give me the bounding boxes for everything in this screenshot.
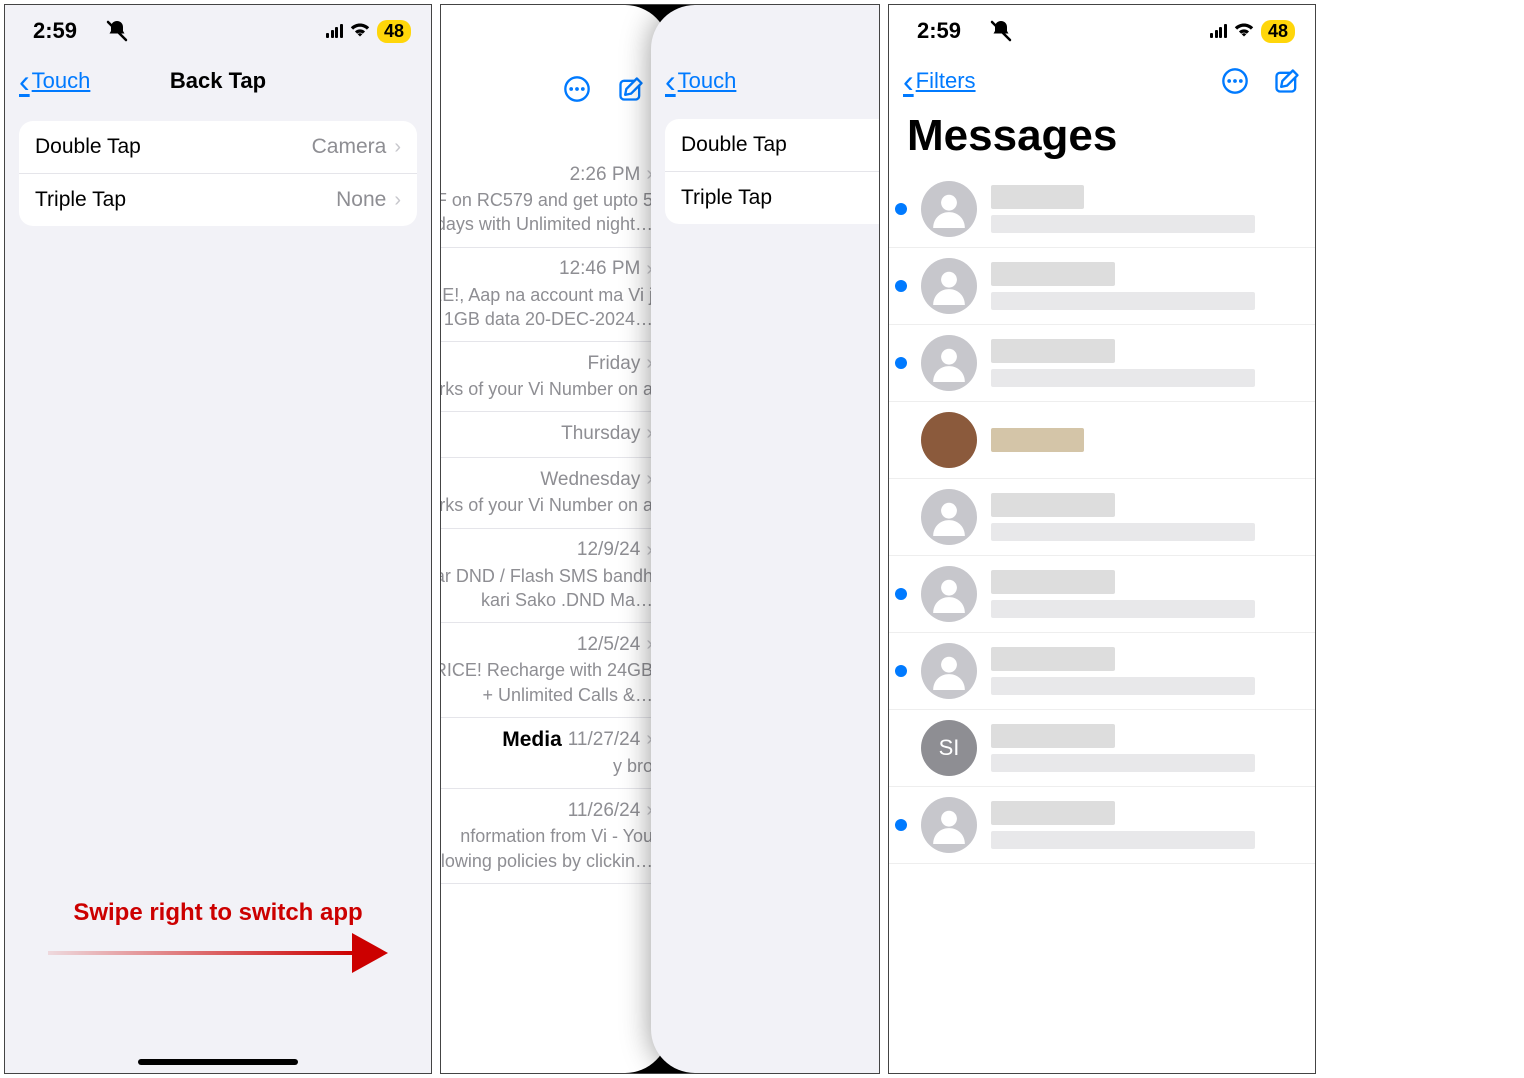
row-label: Triple Tap: [35, 188, 126, 212]
row-double-tap[interactable]: Double Tap: [665, 119, 880, 172]
back-label: Touch: [32, 68, 91, 94]
filters-button[interactable]: ‹ Filters: [903, 63, 976, 100]
chevron-right-icon: ›: [394, 189, 401, 212]
message-row[interactable]: Wednesday› erks of your Vi Number on a: [440, 458, 669, 528]
avatar: [921, 412, 977, 468]
battery-level: 48: [1261, 20, 1295, 43]
row-triple-tap[interactable]: Triple Tap: [665, 172, 880, 224]
row-label: Triple Tap: [681, 186, 772, 210]
row-label: Double Tap: [681, 133, 787, 157]
more-icon[interactable]: [1221, 67, 1249, 95]
silent-icon: [105, 19, 129, 43]
avatar: [921, 258, 977, 314]
row-value: Camera: [312, 135, 387, 159]
row-triple-tap[interactable]: Triple Tap None ›: [19, 174, 417, 226]
nav-bar: ‹ Filters: [889, 53, 1315, 109]
conversation-row[interactable]: [889, 402, 1315, 479]
conversation-row[interactable]: [889, 248, 1315, 325]
swipe-annotation: Swipe right to switch app: [25, 899, 411, 973]
nav-bar: ‹ Touch Back Tap: [5, 53, 431, 109]
wifi-icon: [349, 20, 371, 42]
settings-back-tap-screen: 2:59 48 ‹ Touch Back Tap Double Tap Came…: [4, 4, 432, 1074]
back-label: Touch: [678, 68, 737, 94]
avatar: [921, 489, 977, 545]
conversation-row[interactable]: [889, 633, 1315, 710]
row-value: None: [336, 188, 386, 212]
messages-card[interactable]: 2:26 PM› F on RC579 and get upto 5 days …: [440, 5, 669, 1073]
back-button[interactable]: ‹ Touch: [665, 63, 736, 100]
cellular-icon: [326, 24, 343, 38]
message-row[interactable]: Thursday›: [440, 412, 669, 458]
home-indicator[interactable]: [138, 1059, 298, 1065]
status-time: 2:59: [917, 18, 961, 44]
cellular-icon: [1210, 24, 1227, 38]
status-bar: 2:59 48: [5, 5, 431, 53]
conversation-row[interactable]: [889, 479, 1315, 556]
row-label: Double Tap: [35, 135, 141, 159]
unread-dot-icon: [895, 357, 907, 369]
page-title: Messages: [889, 109, 1315, 171]
avatar: [921, 797, 977, 853]
unread-dot-icon: [895, 280, 907, 292]
message-row[interactable]: 12/5/24› R PRICE! Recharge with 24GB + U…: [440, 623, 669, 718]
avatar: [921, 335, 977, 391]
conversation-row[interactable]: [889, 325, 1315, 402]
avatar: [921, 181, 977, 237]
back-label: Filters: [916, 68, 976, 94]
messages-screen: 2:59 48 ‹ Filters Messages: [888, 4, 1316, 1074]
message-row[interactable]: Media 11/27/24 › y bro: [440, 718, 669, 789]
conversation-row[interactable]: [889, 171, 1315, 248]
conversation-row[interactable]: SI: [889, 710, 1315, 787]
chevron-left-icon: ‹: [903, 63, 914, 100]
message-row[interactable]: 12:46 PM› REE!, Aap na account ma Vi j 1…: [440, 248, 669, 343]
conversation-row[interactable]: [889, 556, 1315, 633]
silent-icon: [989, 19, 1013, 43]
row-double-tap[interactable]: Double Tap Camera ›: [19, 121, 417, 174]
wifi-icon: [1233, 20, 1255, 42]
chevron-right-icon: ›: [394, 136, 401, 159]
avatar: SI: [921, 720, 977, 776]
message-row[interactable]: 12/9/24› ber par DND / Flash SMS bandh k…: [440, 529, 669, 624]
back-button[interactable]: ‹ Touch: [19, 63, 90, 100]
more-icon[interactable]: [563, 75, 591, 103]
avatar: [921, 643, 977, 699]
status-time: 2:59: [33, 18, 77, 44]
settings-card[interactable]: ‹ Touch Double Tap Triple Tap: [651, 5, 880, 1073]
arrow-icon: [48, 933, 388, 973]
chevron-left-icon: ‹: [665, 63, 676, 100]
conversation-list[interactable]: SI: [889, 171, 1315, 864]
unread-dot-icon: [895, 203, 907, 215]
annotation-text: Swipe right to switch app: [73, 899, 362, 927]
unread-dot-icon: [895, 588, 907, 600]
chevron-left-icon: ‹: [19, 63, 30, 100]
unread-dot-icon: [895, 665, 907, 677]
compose-icon[interactable]: [1273, 67, 1301, 95]
settings-list: Double Tap Camera › Triple Tap None ›: [19, 121, 417, 226]
message-list[interactable]: 2:26 PM› F on RC579 and get upto 5 days …: [440, 113, 669, 884]
status-bar: 2:59 48: [889, 5, 1315, 53]
avatar: [921, 566, 977, 622]
message-row[interactable]: Friday› erks of your Vi Number on a: [440, 342, 669, 412]
conversation-row[interactable]: [889, 787, 1315, 864]
app-switcher-transition: 2:26 PM› F on RC579 and get upto 5 days …: [440, 4, 880, 1074]
unread-dot-icon: [895, 819, 907, 831]
battery-level: 48: [377, 20, 411, 43]
compose-icon[interactable]: [617, 75, 645, 103]
message-row[interactable]: 2:26 PM› F on RC579 and get upto 5 days …: [440, 153, 669, 248]
message-row[interactable]: 11/26/24› nformation from Vi - You ollow…: [440, 789, 669, 884]
